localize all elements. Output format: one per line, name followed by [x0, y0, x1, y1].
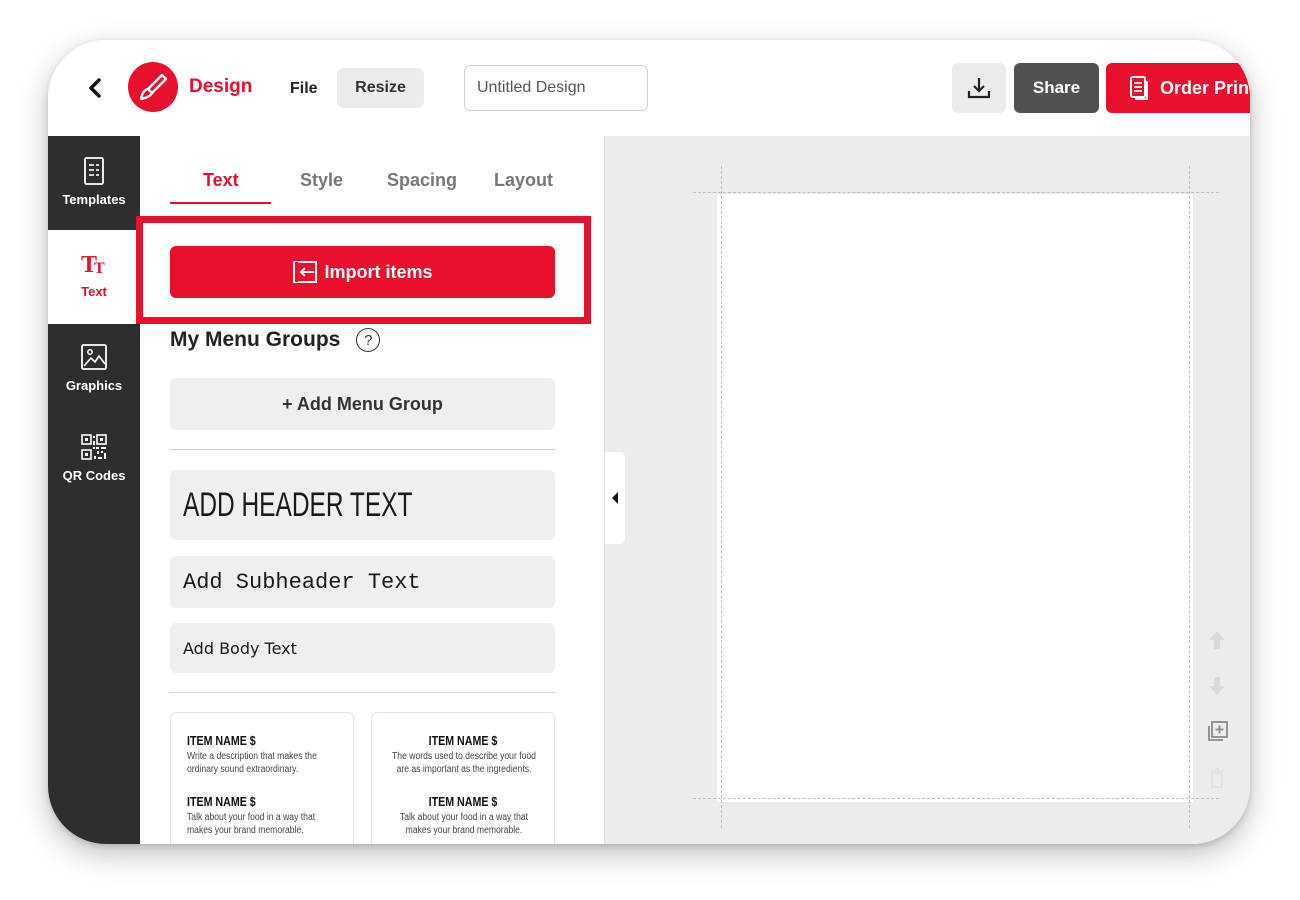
brand-title: Design: [189, 76, 253, 97]
rail-label-text: Text: [81, 284, 107, 299]
bleed-guide: [721, 166, 722, 828]
order-prints-button[interactable]: Order Prints: [1106, 63, 1250, 113]
menu-item-card-centered[interactable]: ITEM NAME $ The words used to describe y…: [371, 712, 555, 844]
divider: [170, 692, 555, 693]
add-header-text-tile[interactable]: ADD HEADER TEXT: [170, 470, 555, 540]
card-item-desc: Talk about your food in a way that makes…: [187, 812, 316, 836]
import-items-button[interactable]: Import items: [170, 246, 555, 298]
document-icon: [1130, 76, 1148, 100]
rail-label-graphics: Graphics: [65, 378, 123, 393]
card-item-name: ITEM NAME $: [187, 794, 256, 809]
rail-item-qr-codes[interactable]: QR Codes: [48, 418, 140, 512]
card-item-name: ITEM NAME $: [428, 733, 498, 748]
rail-label-templates: Templates: [62, 192, 126, 207]
svg-text:T: T: [94, 260, 105, 277]
delete-icon[interactable]: [1205, 766, 1229, 790]
add-subheader-text-tile[interactable]: Add Subheader Text: [170, 556, 555, 608]
tab-layout[interactable]: Layout: [494, 170, 553, 191]
move-down-icon[interactable]: [1205, 674, 1229, 698]
divider: [170, 449, 555, 450]
canvas-area: [605, 136, 1250, 844]
share-button[interactable]: Share: [1014, 63, 1099, 113]
panel-tabs: Text Style Spacing Layout: [140, 136, 604, 208]
app-window: Design File Resize Share Order Prints: [48, 40, 1250, 844]
help-icon[interactable]: ?: [356, 328, 381, 352]
bleed-guide: [693, 798, 1219, 799]
order-prints-label: Order Prints: [1160, 77, 1250, 98]
import-icon: [293, 261, 318, 283]
qr-code-icon: [81, 434, 107, 460]
card-item-name: ITEM NAME $: [428, 794, 498, 809]
templates-icon: [84, 157, 104, 185]
top-bar: Design File Resize Share Order Prints: [48, 40, 1250, 136]
design-page[interactable]: [717, 194, 1193, 802]
body-text-sample: Add Body Text: [183, 638, 297, 658]
add-menu-group-button[interactable]: + Add Menu Group: [170, 378, 555, 430]
menu-groups-heading: My Menu Groups ?: [170, 328, 381, 352]
card-item-name: ITEM NAME $: [187, 733, 256, 748]
rail-item-text[interactable]: T T Text: [48, 230, 140, 324]
menu-item-card-left[interactable]: ITEM NAME $ Write a description that mak…: [170, 712, 354, 844]
card-item-desc: The words used to describe your food are…: [392, 751, 536, 775]
card-item-desc: Write a description that makes the ordin…: [187, 751, 317, 775]
rail-label-qr-codes: QR Codes: [62, 468, 126, 483]
download-icon: [967, 78, 991, 99]
text-icon: T T: [81, 252, 105, 278]
move-up-icon[interactable]: [1205, 628, 1229, 652]
text-panel: Text Style Spacing Layout Import items M…: [136, 136, 691, 844]
caret-left-icon: [612, 492, 618, 504]
card-item-desc: Talk about your food in a way that makes…: [399, 812, 529, 836]
import-items-label: Import items: [324, 261, 433, 282]
image-icon: [81, 344, 107, 370]
design-title-input[interactable]: [464, 65, 648, 111]
left-rail: Templates T T Text Graphics QR Codes: [48, 136, 140, 844]
menu-groups-title: My Menu Groups: [170, 328, 341, 351]
bleed-guide: [1189, 166, 1190, 828]
duplicate-icon[interactable]: [1205, 720, 1229, 744]
tab-style[interactable]: Style: [300, 170, 343, 191]
bleed-guide: [693, 192, 1219, 193]
download-button[interactable]: [952, 63, 1006, 113]
add-body-text-tile[interactable]: Add Body Text: [170, 623, 555, 673]
tab-spacing[interactable]: Spacing: [387, 170, 457, 191]
rail-item-templates[interactable]: Templates: [48, 136, 140, 230]
file-menu[interactable]: File: [290, 80, 318, 98]
collapse-panel-button[interactable]: [605, 452, 625, 544]
rail-item-graphics[interactable]: Graphics: [48, 324, 140, 418]
brush-logo-icon: [128, 62, 178, 112]
subheader-text-sample: Add Subheader Text: [183, 569, 421, 595]
header-text-sample: ADD HEADER TEXT: [183, 485, 413, 524]
active-tab-indicator: [170, 202, 271, 204]
tab-text[interactable]: Text: [203, 170, 239, 191]
back-arrow-icon[interactable]: [84, 74, 106, 102]
resize-button[interactable]: Resize: [337, 68, 424, 108]
